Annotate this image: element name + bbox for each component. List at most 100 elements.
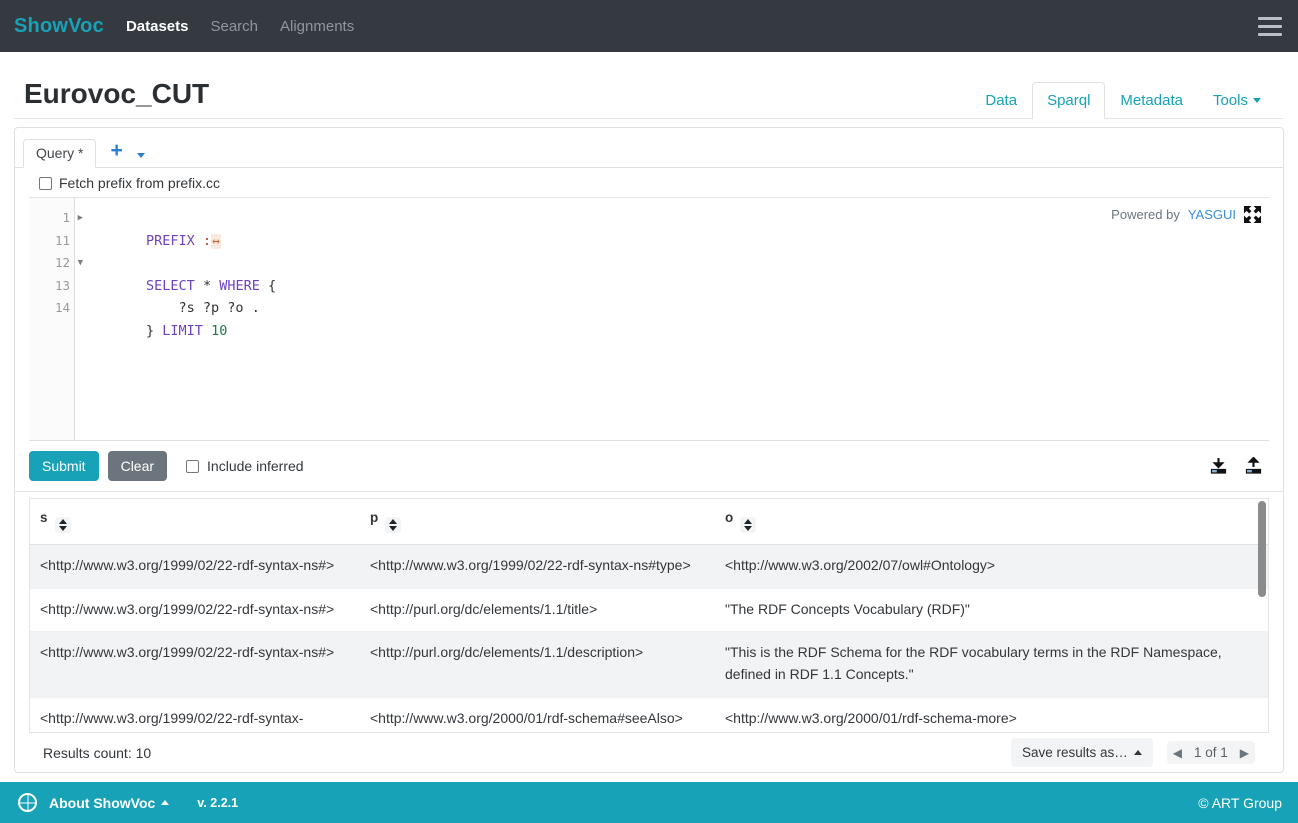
- table-row[interactable]: <http://www.w3.org/1999/02/22-rdf-syntax…: [30, 631, 1268, 698]
- line-number[interactable]: 11: [29, 230, 74, 253]
- pagination: ◀ 1 of 1 ▶: [1166, 741, 1255, 764]
- sort-icon[interactable]: [54, 517, 71, 533]
- table-header-row: s p o: [30, 499, 1268, 545]
- results-table-container[interactable]: s p o <http://www.w3.org/1999/02/22-rdf-…: [29, 498, 1269, 732]
- download-icon[interactable]: [1209, 457, 1228, 476]
- fetch-prefix-label: Fetch prefix from prefix.cc: [59, 175, 221, 191]
- table-row[interactable]: <http://www.w3.org/1999/02/22-rdf-syntax…: [30, 544, 1268, 589]
- dataset-tabs: Data Sparql Metadata Tools: [970, 81, 1276, 119]
- cell-o: "The RDF Concepts Vocabulary (RDF)": [715, 588, 1268, 633]
- sort-icon[interactable]: [740, 517, 757, 533]
- line-number[interactable]: 12 ▼: [29, 252, 83, 275]
- results-table: s p o <http://www.w3.org/1999/02/22-rdf-…: [30, 499, 1268, 732]
- main-nav: Datasets Search Alignments: [126, 18, 354, 35]
- tab-sparql[interactable]: Sparql: [1032, 82, 1106, 119]
- table-row[interactable]: <http://www.w3.org/1999/02/22-rdf-syntax…: [30, 588, 1268, 633]
- fullscreen-icon[interactable]: [1244, 206, 1261, 223]
- page-header: Eurovoc_CUT Data Sparql Metadata Tools: [0, 52, 1298, 119]
- save-results-button[interactable]: Save results as…: [1010, 738, 1153, 767]
- line-number-text: 14: [54, 300, 70, 315]
- results-scrollbar-thumb[interactable]: [1258, 501, 1266, 597]
- tab-tools[interactable]: Tools: [1198, 82, 1276, 119]
- token-limit-keyword: LIMIT: [162, 322, 203, 339]
- hamburger-icon[interactable]: [1258, 16, 1282, 36]
- line-number[interactable]: 1 ▶: [29, 207, 83, 230]
- clear-button[interactable]: Clear: [107, 451, 168, 481]
- results-scrollbar[interactable]: [1258, 501, 1266, 732]
- folded-code-icon[interactable]: ↔: [211, 233, 221, 249]
- token-colon: :: [202, 232, 212, 249]
- line-number[interactable]: 14: [29, 297, 74, 320]
- query-io-icons: [1209, 456, 1269, 476]
- results-footer: Results count: 10 Save results as… ◀ 1 o…: [29, 732, 1269, 772]
- globe-icon: [18, 793, 37, 812]
- cell-o: <http://www.w3.org/2002/07/owl#Ontology>: [715, 544, 1268, 589]
- tab-metadata[interactable]: Metadata: [1105, 82, 1198, 119]
- nav-link-alignments[interactable]: Alignments: [280, 18, 354, 35]
- prev-page-icon[interactable]: ◀: [1173, 747, 1182, 759]
- line-number[interactable]: 13: [29, 275, 74, 298]
- tab-metadata-label: Metadata: [1120, 92, 1183, 109]
- page-footer: About ShowVoc v. 2.2.1 © ART Group: [0, 782, 1298, 823]
- sparql-panel: Query * + Fetch prefix from prefix.cc 1 ▶…: [14, 127, 1284, 773]
- column-header-o[interactable]: o: [715, 499, 1268, 545]
- cell-s: <http://www.w3.org/1999/02/22-rdf-syntax…: [30, 588, 360, 633]
- tab-data-label: Data: [985, 92, 1018, 109]
- token-prefix-keyword: PREFIX: [146, 232, 195, 249]
- token-open-brace: {: [259, 277, 277, 294]
- query-tab-strip: Query * +: [15, 128, 1283, 168]
- column-header-p-label: p: [370, 510, 379, 525]
- results-footer-actions: Save results as… ◀ 1 of 1 ▶: [1010, 738, 1255, 767]
- token-select-keyword: SELECT: [146, 277, 195, 294]
- cell-p: <http://www.w3.org/1999/02/22-rdf-syntax…: [360, 544, 715, 589]
- submit-button[interactable]: Submit: [29, 451, 99, 481]
- include-inferred-row: Include inferred: [186, 458, 304, 474]
- column-header-s[interactable]: s: [30, 499, 360, 545]
- chevron-down-icon: [136, 153, 145, 158]
- add-query-icon[interactable]: +: [96, 140, 129, 167]
- editor-gutter: 1 ▶ 11 12 ▼ 13 14: [29, 198, 83, 440]
- powered-by-yasgui: Powered by YASGUI: [1111, 206, 1261, 223]
- table-row[interactable]: <http://www.w3.org/1999/02/22-rdf-syntax…: [30, 697, 1268, 732]
- line-number-text: 11: [54, 232, 70, 248]
- nav-link-search[interactable]: Search: [210, 18, 258, 35]
- results-count: Results count: 10: [43, 744, 152, 761]
- cell-p: <http://purl.org/dc/elements/1.1/title>: [360, 588, 715, 633]
- cell-o: <http://www.w3.org/2000/01/rdf-schema-mo…: [715, 697, 1268, 732]
- include-inferred-checkbox[interactable]: [186, 459, 200, 473]
- include-inferred-label: Include inferred: [207, 458, 304, 474]
- powered-by-label: Powered by: [1111, 207, 1180, 222]
- sparql-editor[interactable]: 1 ▶ 11 12 ▼ 13 14 PREFIX :↔ SELECT * WHERE…: [29, 197, 1269, 441]
- query-action-bar: Submit Clear Include inferred: [15, 441, 1283, 492]
- upload-icon[interactable]: [1244, 456, 1263, 476]
- about-showvoc-button[interactable]: About ShowVoc: [49, 795, 170, 811]
- brand-logo[interactable]: ShowVoc: [14, 15, 104, 38]
- sort-icon[interactable]: [385, 517, 402, 533]
- yasgui-link[interactable]: YASGUI: [1188, 207, 1236, 222]
- cell-s: <http://www.w3.org/1999/02/22-rdf-syntax…: [30, 544, 360, 589]
- version-label: v. 2.2.1: [197, 795, 239, 810]
- chevron-up-icon: [1133, 750, 1142, 755]
- query-tab[interactable]: Query *: [23, 139, 97, 168]
- token-where-keyword: WHERE: [219, 277, 260, 294]
- column-header-p[interactable]: p: [360, 499, 715, 545]
- page-indicator: 1 of 1: [1193, 745, 1228, 760]
- token-close-brace: }: [146, 322, 163, 339]
- editor-code-area[interactable]: PREFIX :↔ SELECT * WHERE { ?s ?p ?o . } …: [75, 198, 1269, 440]
- column-header-s-label: s: [40, 510, 48, 525]
- fetch-prefix-checkbox[interactable]: [39, 176, 52, 190]
- token-triple-pattern: ?s ?p ?o .: [146, 300, 260, 316]
- code-line-12: SELECT * WHERE {: [81, 252, 1269, 294]
- nav-link-datasets[interactable]: Datasets: [126, 18, 189, 35]
- query-menu-icon[interactable]: [130, 153, 151, 167]
- next-page-icon[interactable]: ▶: [1240, 747, 1249, 759]
- column-header-o-label: o: [725, 510, 734, 525]
- line-number-text: 13: [54, 277, 70, 293]
- cell-s: <http://www.w3.org/1999/02/22-rdf-syntax…: [30, 697, 360, 732]
- tab-data[interactable]: Data: [970, 82, 1032, 119]
- line-number-text: 1: [62, 210, 70, 225]
- cell-p: <http://www.w3.org/2000/01/rdf-schema#se…: [360, 697, 715, 732]
- fetch-prefix-row: Fetch prefix from prefix.cc: [15, 168, 1283, 197]
